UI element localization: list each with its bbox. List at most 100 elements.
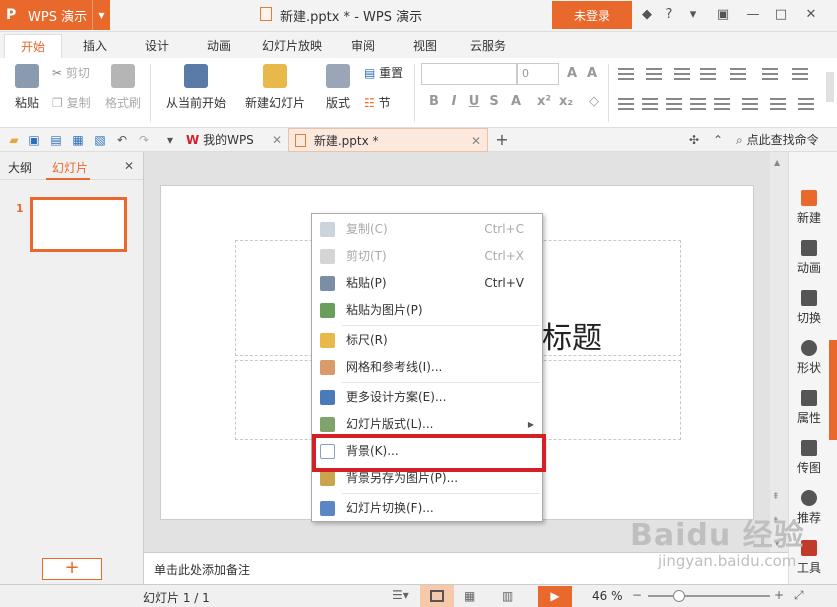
line-spacing-icon[interactable]	[730, 68, 746, 80]
save-icon[interactable]: ▣	[26, 132, 42, 148]
close-tab-icon[interactable]: ✕	[272, 128, 282, 152]
text-box-icon[interactable]	[798, 98, 814, 110]
menu-item-grid[interactable]: 网格和参考线(I)...	[312, 354, 542, 381]
reading-view-icon[interactable]: ▥	[502, 589, 513, 603]
close-panel-icon[interactable]: ✕	[124, 159, 134, 173]
copy-button[interactable]: ❐ 复制	[52, 94, 100, 111]
cut-button[interactable]: ✂ 剪切	[52, 64, 100, 81]
font-name-select[interactable]	[421, 63, 517, 85]
close-icon[interactable]: ✕	[802, 6, 820, 24]
shadow-icon[interactable]: S	[486, 94, 502, 110]
align-left-icon[interactable]	[618, 98, 634, 110]
slide-thumbnail[interactable]	[30, 197, 127, 252]
restore-icon[interactable]: ▣	[714, 6, 732, 24]
sidebar-upload-image[interactable]: 传图	[789, 440, 829, 476]
menu-item-paste-as-image[interactable]: 粘贴为图片(P)	[312, 297, 542, 324]
menu-item-cut[interactable]: 剪切(T) Ctrl+X	[312, 243, 542, 270]
expand-pane-handle[interactable]	[829, 340, 837, 440]
decrease-indent-icon[interactable]	[674, 68, 690, 80]
sorter-view-icon[interactable]: ▦	[464, 589, 475, 603]
chevron-down-icon[interactable]: ▼	[92, 0, 110, 30]
sidebar-properties[interactable]: 属性	[789, 390, 829, 426]
zoom-out-icon[interactable]: −	[632, 588, 642, 602]
vertical-scrollbar[interactable]: ▲ ⇞ ⇟ ▼	[770, 152, 788, 552]
export-pdf-icon[interactable]: ▤	[48, 132, 64, 148]
sidebar-new[interactable]: 新建	[789, 190, 829, 226]
grow-font-icon[interactable]: A	[564, 66, 580, 82]
tab-review[interactable]: 审阅	[338, 34, 388, 58]
tab-view[interactable]: 视图	[400, 34, 450, 58]
column-icon[interactable]	[792, 68, 808, 80]
align-center-icon[interactable]	[642, 98, 658, 110]
expand-icon[interactable]: ⌃	[710, 132, 726, 148]
add-tab-icon[interactable]: +	[494, 132, 510, 148]
tab-home[interactable]: 开始	[4, 34, 62, 58]
customize-qa-icon[interactable]: ▾	[162, 132, 178, 148]
zoom-slider[interactable]	[648, 590, 770, 602]
justify-icon[interactable]	[690, 98, 706, 110]
close-tab-icon[interactable]: ✕	[471, 129, 481, 153]
bullet-list-icon[interactable]	[618, 68, 634, 80]
distribute-icon[interactable]	[714, 98, 730, 110]
layout-button[interactable]: 版式	[318, 64, 358, 111]
redo-icon[interactable]: ↷	[136, 132, 152, 148]
new-slide-button[interactable]: 新建幻灯片	[238, 64, 312, 111]
tab-slideshow[interactable]: 幻灯片放映	[252, 34, 332, 58]
fit-window-icon[interactable]: ⤢	[794, 588, 804, 603]
paste-button[interactable]: 粘贴	[8, 64, 46, 111]
menu-item-more-designs[interactable]: 更多设计方案(E)...	[312, 384, 542, 411]
ribbon-scroll[interactable]	[826, 72, 834, 102]
help-icon[interactable]: ?	[660, 6, 678, 24]
menu-item-paste[interactable]: 粘贴(P) Ctrl+V	[312, 270, 542, 297]
underline-icon[interactable]: U	[466, 94, 482, 110]
tab-outline[interactable]: 大纲	[8, 159, 32, 176]
maximize-icon[interactable]: □	[772, 6, 790, 24]
preview-icon[interactable]: ▧	[92, 132, 108, 148]
play-button[interactable]: ▶	[538, 586, 572, 607]
tab-cloud[interactable]: 云服务	[460, 34, 516, 58]
sidebar-animation[interactable]: 动画	[789, 240, 829, 276]
shrink-font-icon[interactable]: A	[584, 66, 600, 82]
login-button[interactable]: 未登录	[552, 1, 632, 29]
menu-item-transition[interactable]: 幻灯片切换(F)...	[312, 495, 542, 522]
normal-view-button[interactable]	[420, 585, 454, 607]
tab-design[interactable]: 设计	[132, 34, 182, 58]
undo-icon[interactable]: ↶	[114, 132, 130, 148]
scroll-up-icon[interactable]: ▲	[774, 158, 780, 167]
add-slide-button[interactable]: +	[42, 558, 102, 580]
open-icon[interactable]: ▰	[6, 132, 22, 148]
minimize-icon[interactable]: —	[744, 6, 762, 24]
bold-icon[interactable]: B	[426, 94, 442, 110]
font-color-icon[interactable]: A	[508, 94, 524, 110]
skin-icon[interactable]: ◆	[638, 6, 656, 24]
text-direction-icon[interactable]	[762, 68, 778, 80]
reset-button[interactable]: ▤ 重置	[364, 64, 410, 81]
tools-icon[interactable]: ✣	[686, 132, 702, 148]
italic-icon[interactable]: I	[446, 94, 462, 110]
print-icon[interactable]: ▦	[70, 132, 86, 148]
format-painter-button[interactable]: 格式刷	[102, 64, 144, 111]
tab-slides[interactable]: 幻灯片	[52, 159, 88, 176]
sidebar-transition[interactable]: 切换	[789, 290, 829, 326]
tab-insert[interactable]: 插入	[70, 34, 120, 58]
zoom-thumb[interactable]	[673, 590, 685, 602]
align-text-icon[interactable]	[742, 98, 758, 110]
tab-mywps[interactable]: W 我的WPS ✕	[186, 128, 288, 152]
section-button[interactable]: ☷ 节	[364, 94, 410, 111]
tab-document[interactable]: 新建.pptx * ✕	[288, 128, 488, 152]
tab-animation[interactable]: 动画	[194, 34, 244, 58]
feedback-icon[interactable]: ▾	[684, 6, 702, 24]
clear-format-icon[interactable]: ◇	[586, 94, 602, 110]
prev-slide-icon[interactable]: ⇞	[772, 492, 780, 502]
app-menu-button[interactable]: P WPS 演示 ▼	[0, 0, 110, 30]
numbered-list-icon[interactable]	[646, 68, 662, 80]
find-command[interactable]: ⌕ 点此查找命令	[736, 128, 836, 152]
from-current-button[interactable]: 从当前开始	[158, 64, 234, 111]
menu-item-copy[interactable]: 复制(C) Ctrl+C	[312, 216, 542, 243]
sidebar-shapes[interactable]: 形状	[789, 340, 829, 376]
smart-art-icon[interactable]	[770, 98, 786, 110]
align-right-icon[interactable]	[666, 98, 682, 110]
zoom-in-icon[interactable]: +	[774, 588, 784, 602]
superscript-icon[interactable]: x²	[536, 94, 552, 110]
notes-toggle-icon[interactable]: ☰▾	[392, 588, 409, 602]
